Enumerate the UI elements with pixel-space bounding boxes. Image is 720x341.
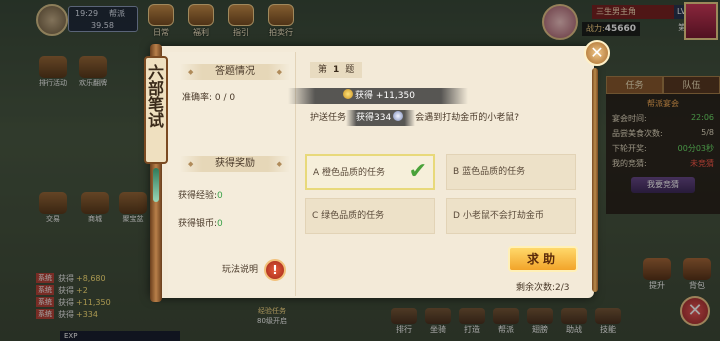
scroll-plate: 六部笔试	[144, 56, 168, 164]
option-d[interactable]: D 小老鼠不会打劫金币	[446, 198, 576, 234]
silver-gain-toast: 获得334	[346, 110, 416, 126]
answers-section-title: 答题情况	[180, 64, 290, 80]
question-number: 第1题	[310, 62, 363, 78]
option-c[interactable]: C 绿色品质的任务	[305, 198, 435, 234]
gold-gain-toast: 获得 +11,350	[288, 88, 468, 104]
tassel-icon	[153, 168, 159, 202]
modal-right-rod	[592, 68, 598, 292]
silver-reward-row: 获得银币:0	[178, 219, 223, 229]
question-text: 护送任务 获得334 会遇到打劫金币的小老鼠?	[310, 110, 519, 126]
close-icon[interactable]: ✕	[584, 40, 610, 66]
rewards-section-title: 获得奖励	[180, 156, 290, 172]
silver-coin-icon	[393, 111, 404, 121]
ask-help-button[interactable]: 求助	[508, 246, 578, 272]
rules-info-button[interactable]: !	[264, 259, 286, 281]
option-b[interactable]: B 蓝色品质的任务	[446, 154, 576, 190]
rules-label: 玩法说明	[222, 265, 259, 275]
remaining-attempts: 剩余次数:2/3	[516, 283, 570, 293]
coin-icon	[343, 89, 354, 99]
exp-reward-row: 获得经验:0	[178, 191, 223, 201]
accuracy-row: 准确率: 0 / 0	[182, 93, 236, 103]
modal-title: 六部笔试	[145, 64, 164, 128]
scroll-banner: 六部笔试	[144, 44, 168, 302]
option-a[interactable]: A 橙色品质的任务 ✔	[305, 154, 435, 190]
checkmark-icon: ✔	[408, 159, 427, 184]
